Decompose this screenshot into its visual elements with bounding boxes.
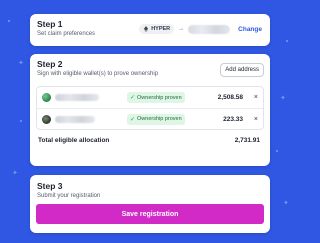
step2-card: Step 2 Sign with eligible wallet(s) to p… [30,54,270,166]
wallet-row: ✓ Ownership proven 223.33 × [37,108,263,129]
step1-card: Step 1 Set claim preferences HYPER → Cha… [30,14,270,46]
sparkle-icon: ✦ [283,200,289,207]
background-dot [8,20,10,22]
ownership-status: Ownership proven [137,94,182,101]
claim-preferences-summary: HYPER → Change [139,24,262,34]
total-allocation-value: 2,731.91 [234,137,260,144]
ownership-proven-badge: ✓ Ownership proven [127,92,185,103]
redacted-wallet-address [55,115,95,123]
token-label: HYPER [151,26,171,32]
step2-header: Step 2 Sign with eligible wallet(s) to p… [30,54,270,82]
background-dot [276,150,278,152]
wallet-list: ✓ Ownership proven 2,508.58 × ✓ Ownershi… [36,86,264,130]
ownership-proven-badge: ✓ Ownership proven [127,113,185,125]
wallet-row: ✓ Ownership proven 2,508.58 × [37,87,263,108]
token-chip: HYPER [139,24,175,34]
background-dot [20,120,22,122]
redacted-destination-address [188,24,231,34]
sparkle-icon: ✦ [12,170,18,177]
remove-wallet-icon[interactable]: × [254,116,258,123]
sparkle-icon: ✦ [280,95,286,102]
remove-wallet-icon[interactable]: × [254,94,258,101]
step3-title: Step 3 [37,181,63,191]
step3-subtitle: Submit your registration [37,193,101,199]
sparkle-icon: ✦ [18,60,24,67]
total-allocation-row: Total eligible allocation 2,731.91 [30,137,270,144]
total-allocation-label: Total eligible allocation [38,137,110,144]
ownership-status: Ownership proven [137,116,182,122]
checkmark-icon: ✓ [130,95,136,101]
arrow-right-icon: → [178,26,185,32]
save-registration-button[interactable]: Save registration [36,204,264,224]
ethereum-diamond-icon [144,26,149,32]
background-dot [286,40,288,42]
wallet-avatar [42,93,51,102]
checkmark-icon: ✓ [130,116,136,123]
wallet-amount: 223.33 [223,115,243,123]
change-link[interactable]: Change [238,26,262,33]
wallet-amount: 2,508.58 [217,94,243,101]
step3-card: Step 3 Submit your registration Save reg… [30,175,270,233]
redacted-wallet-address [55,94,99,101]
add-address-button[interactable]: Add address [220,63,264,77]
wallet-avatar [42,114,51,124]
